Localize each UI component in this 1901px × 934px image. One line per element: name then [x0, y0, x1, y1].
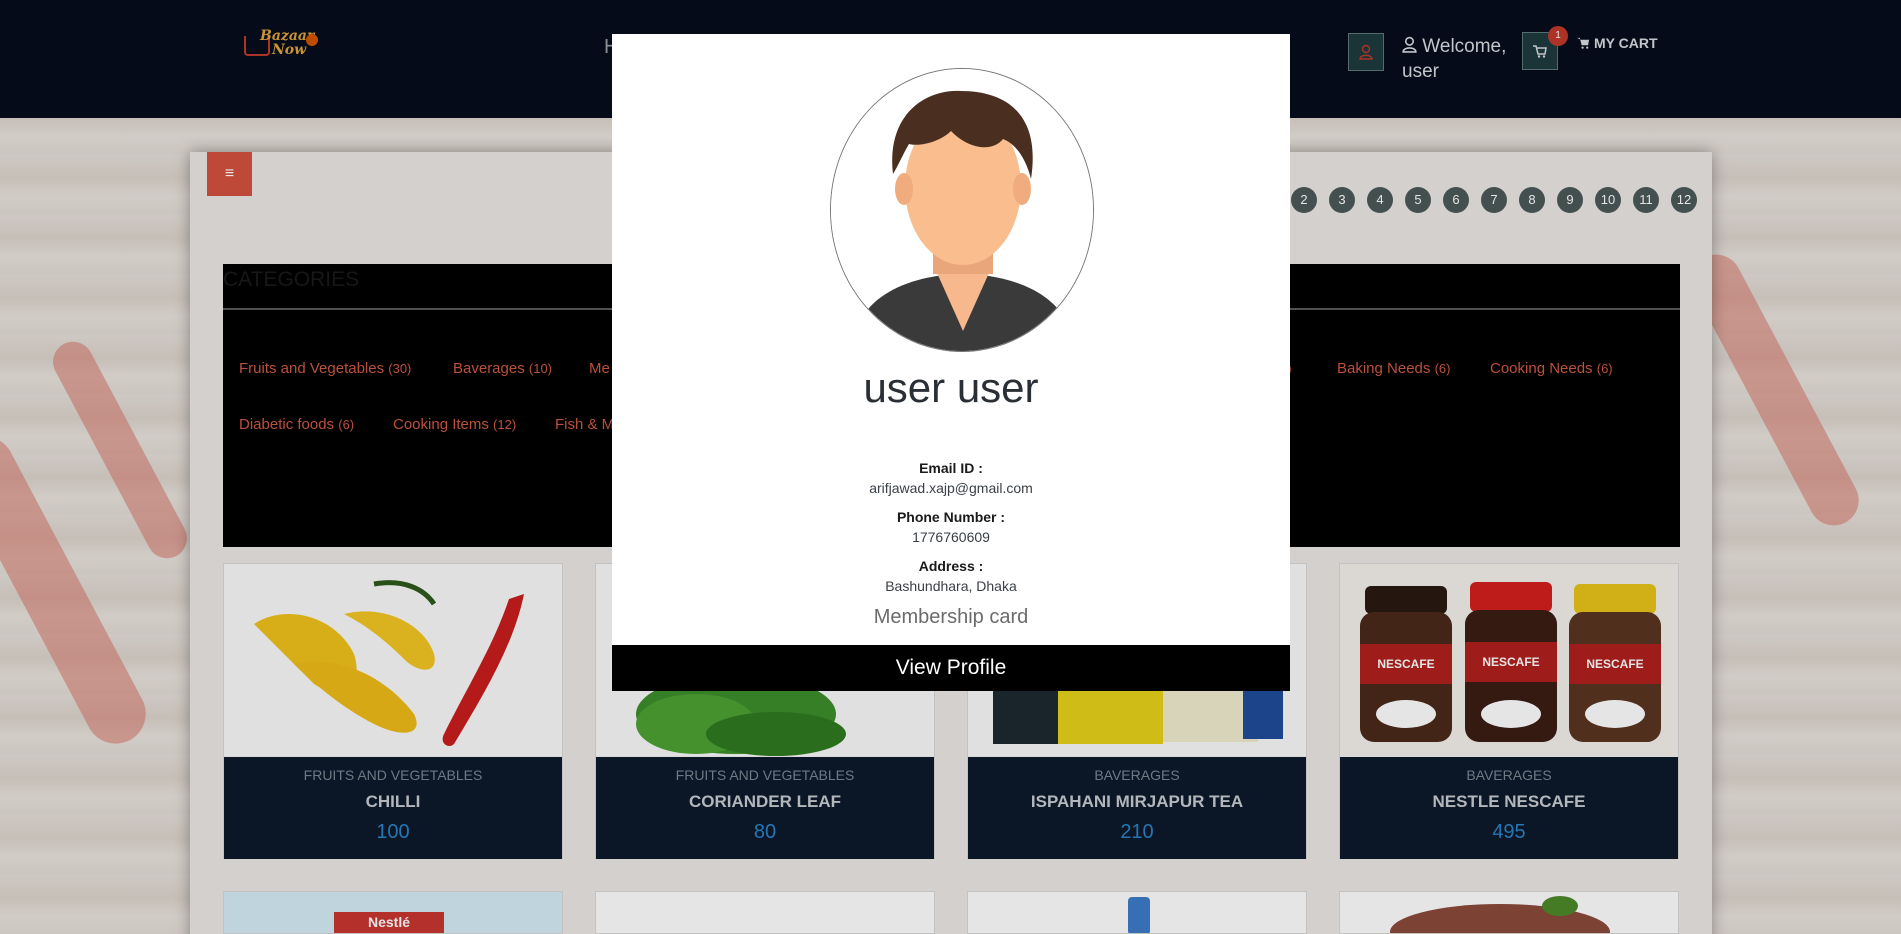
profile-name: user user — [863, 364, 1039, 411]
membership-card-link[interactable]: Membership card — [612, 606, 1290, 629]
email-label: Email ID : — [919, 460, 983, 476]
profile-modal: user user Email ID : arifjawad.xajp@gmai… — [612, 34, 1290, 691]
profile-avatar-icon — [831, 69, 1093, 351]
address-label: Address : — [918, 558, 984, 574]
email-value: arifjawad.xajp@gmail.com — [869, 480, 1033, 496]
view-profile-button[interactable]: View Profile — [612, 645, 1290, 691]
avatar — [830, 68, 1094, 352]
address-value: Bashundhara, Dhaka — [885, 578, 1017, 594]
phone-value: 1776760609 — [912, 529, 990, 545]
phone-label: Phone Number : — [896, 509, 1006, 525]
